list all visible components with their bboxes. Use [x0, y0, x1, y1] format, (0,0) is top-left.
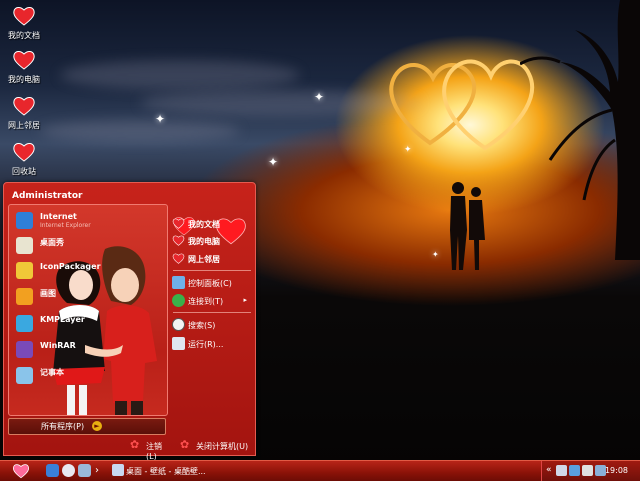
desktop-icon-label: 回收站 [12, 167, 36, 176]
sparkle-icon: ✦ [432, 250, 439, 259]
all-programs-label: 所有程序(P) [41, 422, 85, 431]
program-internet-explorer[interactable]: Internet Internet Explorer [16, 210, 166, 232]
menu-item-my-documents[interactable]: 我的文档 [169, 216, 253, 232]
program-notepad[interactable]: 记事本 [16, 365, 166, 387]
shutdown-button[interactable]: ✿ 关闭计算机(U) [180, 439, 252, 452]
desktop-icon-label: 网上邻居 [8, 121, 40, 130]
cloud [140, 90, 420, 116]
run-icon [172, 337, 185, 350]
taskbar: › 桌面 - 壁纸 - 桌酷壁... « 19:08 [0, 460, 640, 481]
pinned-programs-pane: Internet Internet Explorer 桌面秀 IconPacka… [8, 204, 168, 416]
notepad-icon [16, 367, 33, 384]
menu-separator [173, 312, 251, 313]
desktop-icon-recycle-bin[interactable]: 回收站 [2, 140, 46, 177]
app-icon [16, 237, 33, 254]
all-programs-button[interactable]: 所有程序(P) ► [8, 418, 166, 435]
program-title: IconPackager [40, 262, 101, 271]
program-winrar[interactable]: WinRAR [16, 339, 166, 361]
network-tray-icon[interactable] [556, 465, 567, 476]
shutdown-label: 关闭计算机(U) [196, 442, 249, 451]
sparkle-icon: ✦ [155, 112, 166, 126]
system-places-pane: 我的文档 我的电脑 网上邻居 控制面板(C) 连接到(T) ▸ 搜索(S) 运行… [169, 204, 253, 419]
quicklaunch-chevron-icon[interactable]: › [95, 465, 99, 476]
control-panel-icon [172, 276, 185, 289]
menu-item-label: 连接到(T) [188, 297, 224, 306]
menu-item-control-panel[interactable]: 控制面板(C) [169, 275, 253, 291]
paint-icon [16, 288, 33, 305]
program-title: 画图 [40, 289, 56, 298]
tree-silhouette [520, 0, 640, 260]
program-desktop-show[interactable]: 桌面秀 [16, 235, 166, 257]
menu-item-label: 我的文档 [188, 220, 220, 229]
menu-item-label: 网上邻居 [188, 255, 220, 264]
menu-item-network[interactable]: 网上邻居 [169, 251, 253, 267]
program-kmplayer[interactable]: KMPLayer [16, 313, 166, 335]
window-icon [112, 464, 124, 476]
flower-icon: ✿ [130, 438, 140, 451]
heart-icon [172, 235, 185, 246]
cloud [60, 60, 300, 90]
menu-item-search[interactable]: 搜索(S) [169, 317, 253, 333]
couple-silhouette [450, 182, 485, 270]
clock: 19:08 [604, 466, 628, 475]
menu-item-label: 控制面板(C) [188, 279, 232, 288]
desktop-icon-my-documents[interactable]: 我的文档 [2, 4, 46, 41]
desktop-icon-my-computer[interactable]: 我的电脑 [2, 48, 46, 85]
ie-quicklaunch-icon[interactable] [46, 464, 59, 477]
menu-item-label: 我的电脑 [188, 237, 220, 246]
menu-item-label: 运行(R)... [188, 340, 224, 349]
desktop-icon-label: 我的电脑 [8, 75, 40, 84]
cloud [40, 120, 240, 142]
task-label: 桌面 - 壁纸 - 桌酷壁... [126, 467, 206, 476]
start-button[interactable] [0, 461, 40, 481]
sparkle-icon: ✦ [314, 90, 325, 104]
heart-icon [13, 51, 35, 70]
heart-icon [172, 218, 185, 229]
start-menu: Administrator Internet Internet Explorer [3, 182, 256, 462]
heart-icon [13, 143, 35, 162]
program-title: KMPLayer [40, 315, 85, 324]
logoff-label: 注销(L) [146, 442, 162, 461]
volume-tray-icon[interactable] [569, 465, 580, 476]
logoff-button[interactable]: ✿ 注销(L) [130, 438, 170, 462]
task-button-wallpaper[interactable]: 桌面 - 壁纸 - 桌酷壁... [112, 463, 222, 478]
menu-item-label: 搜索(S) [188, 321, 216, 330]
menu-item-connect-to[interactable]: 连接到(T) ▸ [169, 293, 253, 309]
program-title: 记事本 [40, 368, 64, 377]
menu-item-run[interactable]: 运行(R)... [169, 336, 253, 352]
heart-icon [13, 97, 35, 116]
arrow-right-icon: ► [92, 421, 102, 431]
winrar-icon [16, 341, 33, 358]
user-name: Administrator [12, 191, 83, 201]
heart-icon [172, 253, 185, 264]
show-desktop-icon[interactable] [78, 464, 91, 477]
menu-separator [173, 270, 251, 271]
connect-icon [172, 294, 185, 307]
desktop-icon-label: 我的文档 [8, 31, 40, 40]
ie-icon [16, 212, 33, 229]
tray-expand-icon[interactable]: « [546, 465, 552, 475]
program-subtitle: Internet Explorer [40, 222, 91, 229]
program-title: 桌面秀 [40, 238, 64, 247]
flower-icon: ✿ [180, 438, 190, 451]
program-title: WinRAR [40, 341, 76, 350]
submenu-arrow-icon: ▸ [243, 296, 247, 304]
start-menu-footer: ✿ 注销(L) ✿ 关闭计算机(U) [4, 435, 255, 462]
heart-start-icon [12, 464, 30, 479]
iconpackager-icon [16, 262, 33, 279]
program-iconpackager[interactable]: IconPackager [16, 260, 166, 282]
kmplayer-icon [16, 315, 33, 332]
desktop-icon-network[interactable]: 网上邻居 [2, 94, 46, 131]
browser-quicklaunch-icon[interactable] [62, 464, 75, 477]
system-tray: « 19:08 [541, 461, 640, 481]
app-tray-icon[interactable] [582, 465, 593, 476]
program-paint[interactable]: 画图 [16, 286, 166, 308]
menu-item-my-computer[interactable]: 我的电脑 [169, 233, 253, 249]
search-icon [172, 318, 185, 331]
program-title: Internet [40, 212, 77, 221]
sparkle-icon: ✦ [268, 155, 279, 169]
twin-hearts-icon [389, 59, 535, 151]
heart-icon [13, 7, 35, 26]
